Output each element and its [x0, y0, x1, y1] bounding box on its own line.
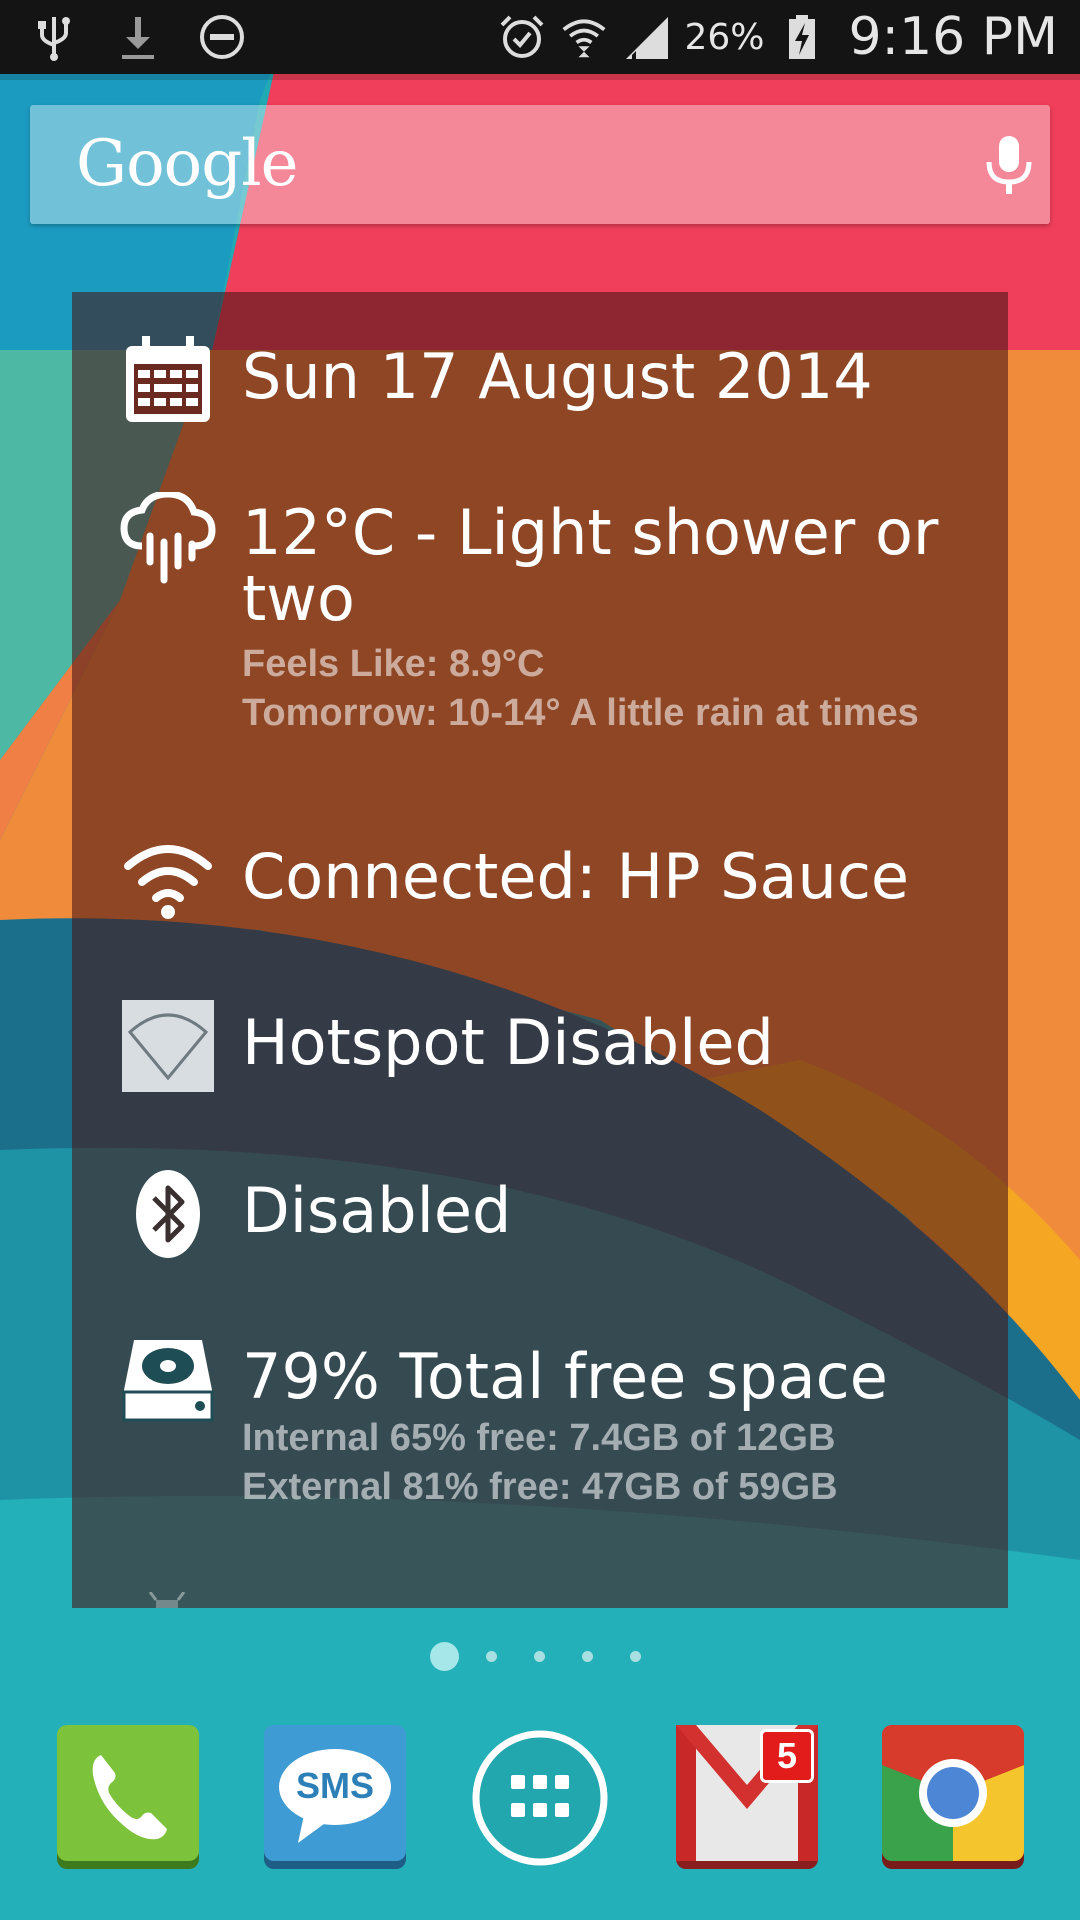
status-time: 9:16 PM	[848, 7, 1058, 67]
phone-app-icon[interactable]	[55, 1725, 201, 1871]
storage-total-text: 79% Total free space	[242, 1340, 888, 1413]
battery-charging-icon	[778, 13, 826, 61]
page-dot-1[interactable]	[430, 1642, 459, 1671]
page-indicator[interactable]	[0, 1641, 1080, 1671]
page-dot-2[interactable]	[486, 1651, 497, 1662]
gmail-app-icon[interactable]: 5	[674, 1725, 820, 1871]
next-row-icon	[142, 1592, 192, 1608]
alarm-icon	[498, 13, 546, 61]
wifi-icon	[560, 13, 608, 61]
google-logo: Google	[76, 127, 298, 201]
weather-tomorrow: Tomorrow: 10-14° A little rain at times	[242, 692, 919, 734]
page-dot-5[interactable]	[630, 1651, 641, 1662]
usb-icon	[30, 13, 78, 61]
app-drawer-icon[interactable]	[467, 1725, 613, 1871]
bluetooth-icon	[120, 1166, 216, 1262]
hard-drive-icon	[120, 1332, 216, 1428]
sms-app-icon[interactable]: SMS	[262, 1725, 408, 1871]
weather-summary-line2: two	[242, 562, 355, 635]
gmail-unread-badge: 5	[760, 1729, 814, 1783]
calendar-icon	[120, 332, 216, 428]
download-icon	[114, 13, 162, 61]
hotspot-icon	[120, 998, 216, 1094]
rain-cloud-icon	[120, 490, 216, 588]
info-widget[interactable]: Sun 17 August 2014 12°C - Light shower o…	[72, 292, 1008, 1608]
microphone-icon[interactable]	[976, 132, 1042, 198]
battery-percent: 26%	[684, 16, 765, 58]
weather-summary-line1: 12°C - Light shower or	[242, 496, 939, 569]
google-search-bar[interactable]: Google	[30, 105, 1050, 224]
bluetooth-status-text: Disabled	[242, 1174, 512, 1247]
sms-label: SMS	[295, 1765, 374, 1806]
hotspot-status-text: Hotspot Disabled	[242, 1006, 774, 1079]
storage-external: External 81% free: 47GB of 59GB	[242, 1466, 838, 1508]
page-dot-3[interactable]	[534, 1651, 545, 1662]
date-text: Sun 17 August 2014	[242, 340, 873, 413]
page-dot-4[interactable]	[582, 1651, 593, 1662]
wifi-status-icon	[120, 832, 216, 928]
weather-feels-like: Feels Like: 8.9°C	[242, 643, 545, 685]
signal-icon	[622, 13, 670, 61]
status-bar: 26% 9:16 PM	[0, 0, 1080, 74]
wifi-status-text: Connected: HP Sauce	[242, 840, 910, 913]
storage-internal: Internal 65% free: 7.4GB of 12GB	[242, 1417, 836, 1459]
chrome-app-icon[interactable]	[880, 1725, 1026, 1871]
do-not-disturb-icon	[198, 13, 246, 61]
